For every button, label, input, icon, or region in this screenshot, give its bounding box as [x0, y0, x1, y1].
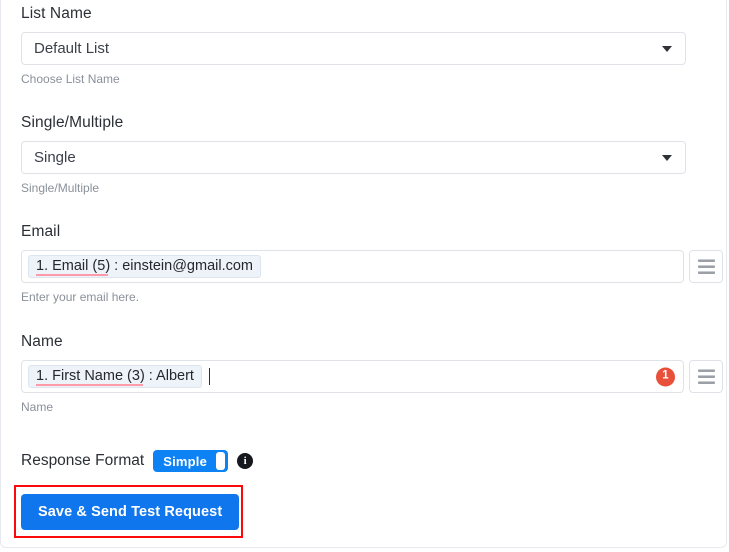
label-email: Email [21, 223, 61, 240]
response-format-toggle-label: Simple [163, 453, 208, 469]
label-response-format: Response Format [21, 452, 145, 469]
hamburger-icon-bar [697, 375, 715, 378]
field-group-name: Name 1. First Name (3) : Albert 1 Name [21, 333, 729, 414]
input-row-name: 1. First Name (3) : Albert 1 [21, 360, 723, 393]
select-list-name-value: Default List [34, 40, 110, 57]
hamburger-icon-bar [697, 369, 715, 372]
hamburger-icon-bar [697, 271, 715, 274]
chevron-down-icon [662, 45, 672, 52]
select-single-multiple-value: Single [34, 149, 76, 166]
save-and-send-test-request-button[interactable]: Save & Send Test Request [21, 494, 240, 530]
hamburger-icon-bar [697, 265, 715, 268]
name-count-badge: 1 [656, 367, 675, 386]
label-name: Name [21, 333, 63, 350]
name-token-suffix: ) : Albert [139, 368, 194, 384]
select-list-name[interactable]: Default List [21, 32, 686, 65]
email-token-suffix: ) : einstein@gmail.com [105, 258, 253, 274]
label-list-name: List Name [21, 5, 92, 22]
email-token-prefix: 1. Email (5 [36, 258, 109, 276]
name-token[interactable]: 1. First Name (3) : Albert [28, 365, 202, 388]
name-token-prefix: 1. First Name (3 [36, 368, 143, 386]
email-input[interactable]: 1. Email (5) : einstein@gmail.com [21, 250, 684, 283]
select-single-multiple[interactable]: Single [21, 141, 686, 174]
email-menu-button[interactable] [689, 250, 723, 283]
name-menu-button[interactable] [689, 360, 723, 393]
response-format-toggle[interactable]: Simple [153, 450, 229, 472]
hamburger-icon-bar [697, 259, 715, 262]
helper-single-multiple: Single/Multiple [21, 181, 100, 195]
helper-list-name: Choose List Name [21, 72, 120, 86]
label-single-multiple: Single/Multiple [21, 114, 124, 131]
email-token[interactable]: 1. Email (5) : einstein@gmail.com [28, 255, 261, 278]
text-caret [208, 368, 210, 385]
field-group-email: Email 1. Email (5) : einstein@gmail.com … [21, 223, 729, 304]
input-row-email: 1. Email (5) : einstein@gmail.com [21, 250, 723, 283]
response-format-row: Response Format Simple i [21, 450, 254, 472]
helper-name: Name [21, 400, 54, 414]
toggle-knob [216, 452, 226, 470]
name-input[interactable]: 1. First Name (3) : Albert 1 [21, 360, 684, 393]
field-group-single-multiple: Single/Multiple Single Single/Multiple [21, 114, 686, 195]
field-group-list-name: List Name Default List Choose List Name [21, 5, 686, 86]
chevron-down-icon [662, 154, 672, 161]
helper-email: Enter your email here. [21, 290, 140, 304]
hamburger-icon-bar [697, 381, 715, 384]
info-icon[interactable]: i [237, 453, 254, 469]
